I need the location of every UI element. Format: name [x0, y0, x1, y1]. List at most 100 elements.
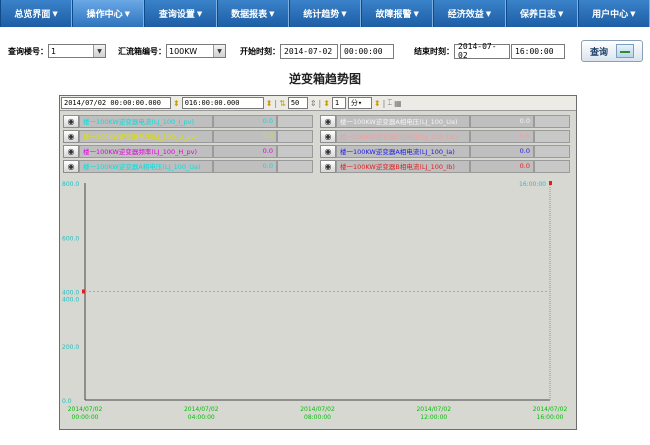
legend-item: ◉ 楼一100KW逆变器C相电压(LJ_100_Uc) 0.0	[320, 129, 570, 143]
nav-item[interactable]: 统计趋势 ▼	[288, 0, 362, 27]
query-button[interactable]: 查询	[581, 40, 643, 62]
eye-icon[interactable]: ◉	[320, 114, 336, 128]
y-tick-label: 600.0	[62, 235, 79, 242]
x-tick-time: 04:00:00	[188, 414, 215, 421]
spin-icon[interactable]: ⇕	[310, 99, 317, 108]
x-tick-date: 2014/07/02	[300, 406, 335, 413]
start-date-input[interactable]: 2014-07-02	[280, 43, 338, 59]
interval-icon[interactable]: ⬍	[323, 99, 330, 108]
nav-item-label: 经济效益	[447, 10, 484, 20]
eye-icon[interactable]: ◉	[63, 129, 79, 143]
eye-icon[interactable]: ◉	[320, 144, 336, 158]
chevron-down-icon: ▼	[196, 9, 203, 18]
legend-series-value: 0.0	[470, 144, 534, 158]
end-date-input[interactable]: 2014-07-02	[454, 42, 510, 60]
legend-item: ◉ 楼一100KW逆变器B相电流(LJ_100_Ib) 0.0	[320, 159, 570, 173]
chevron-down-icon: ▼	[124, 9, 131, 18]
nav-item[interactable]: 经济效益 ▼	[433, 0, 506, 27]
eye-icon[interactable]: ◉	[320, 129, 336, 143]
chart-toolbar: 2014/07/02 00:00:00.000 ⬍ 016:00:00.000 …	[60, 96, 576, 111]
trend-panel: 2014/07/02 00:00:00.000 ⬍ 016:00:00.000 …	[59, 95, 577, 430]
chevron-down-icon: ▼	[341, 9, 347, 18]
nav-item[interactable]: 保养日志 ▼	[505, 0, 578, 27]
nav-item[interactable]: 故障报警 ▼	[361, 0, 434, 27]
box-label: 汇流箱编号：	[118, 46, 166, 56]
nav-item-label: 保养日志	[519, 10, 556, 20]
cursor-time-label: 16:00:00	[519, 181, 546, 188]
separator-icon: |	[318, 98, 322, 108]
nav-item[interactable]: 总览界面 ▼	[0, 0, 73, 27]
chevron-down-icon: ▼	[485, 9, 492, 18]
box-value: 100KW	[169, 46, 198, 56]
pin-icon[interactable]: ⬍	[266, 99, 273, 108]
x-tick-date: 2014/07/02	[533, 406, 568, 413]
x-tick-date: 2014/07/02	[68, 406, 103, 413]
range-start-input[interactable]: 2014/07/02 00:00:00.000	[61, 97, 171, 109]
range-end-input[interactable]: 016:00:00.000	[181, 97, 264, 109]
refresh-icon[interactable]: ⬍	[374, 99, 381, 108]
y-tick-label: 200.0	[62, 344, 79, 351]
eye-icon[interactable]: ◉	[63, 159, 79, 173]
legend-spacer	[534, 114, 570, 128]
legend-series-value: 0.0	[213, 129, 277, 143]
start-time-input[interactable]: 00:00:00	[340, 43, 394, 59]
legend-item: ◉ 楼一100KW逆变器电压(LJ_100_U_pv) 0.0	[63, 129, 313, 143]
box-select[interactable]: 100KW ▼	[166, 44, 226, 58]
nav-item-label: 总览界面	[14, 10, 51, 20]
legend-series-value: 0.0	[213, 114, 277, 128]
separator-icon: |	[274, 98, 278, 108]
page-title: 逆变箱趋势图	[288, 72, 361, 86]
legend-series-value: 0.0	[470, 159, 534, 173]
legend-series-name: 楼一100KW逆变器频率(LJ_100_H_pv)	[79, 144, 213, 158]
floor-value: 1	[51, 46, 57, 56]
legend-spacer	[277, 144, 313, 158]
x-tick-date: 2014/07/02	[416, 406, 451, 413]
legend-spacer	[534, 159, 570, 173]
cursor-value-label: 400.0	[62, 297, 79, 304]
nav-item[interactable]: 用户中心 ▼	[577, 0, 650, 27]
end-time-input[interactable]: 16:00:00	[511, 43, 565, 59]
legend-spacer	[277, 159, 313, 173]
legend-item: ◉ 楼一100KW逆变器电流(LJ_100_I_pv) 0.0	[63, 114, 313, 128]
x-tick-time: 00:00:00	[72, 414, 99, 421]
legend-series-name: 楼一100KW逆变器电流(LJ_100_I_pv)	[79, 114, 213, 128]
step-icon[interactable]: ⇅	[279, 99, 286, 108]
top-nav: 总览界面 ▼ 操作中心 ▼ 查询设置 ▼ 数据报表 ▼ 统计趋势 ▼ 故障报警 ▼ 经济效益 ▼ 保养日志 ▼…	[0, 0, 650, 27]
unit-select[interactable]: 分 ▾	[347, 97, 372, 109]
chevron-down-icon: ▼	[269, 9, 275, 18]
legend-spacer	[534, 144, 570, 158]
legend-series-name: 楼一100KW逆变器A相电流(LJ_100_Ia)	[336, 144, 470, 158]
legend-series-name: 楼一100KW逆变器B相电流(LJ_100_Ib)	[336, 159, 470, 173]
chevron-down-icon: ▼	[630, 9, 636, 18]
x-tick-time: 12:00:00	[420, 414, 447, 421]
trend-chart: 800.0600.0400.0200.00.02014/07/0200:00:0…	[62, 181, 568, 421]
eye-icon[interactable]: ◉	[63, 114, 79, 128]
eye-icon[interactable]: ◉	[63, 144, 79, 158]
chevron-down-icon[interactable]: ▼	[93, 45, 105, 57]
legend-series-name: 楼一100KW逆变器A相电压(LJ_100_Ua)	[79, 159, 213, 173]
end-label: 结束时刻：	[414, 46, 454, 56]
interval-input[interactable]: 1	[331, 97, 346, 109]
nav-item[interactable]: 操作中心 ▼	[72, 0, 145, 27]
legend-series-value: 0.0	[213, 144, 277, 158]
legend-series-value: 0.0	[213, 159, 277, 173]
nav-item[interactable]: 查询设置 ▼	[144, 0, 217, 27]
left-cursor-marker	[82, 289, 85, 294]
eye-icon[interactable]: ◉	[320, 159, 336, 173]
chevron-down-icon: ▼	[557, 9, 564, 18]
step-input[interactable]: 50	[287, 97, 308, 109]
floor-select[interactable]: 1 ▼	[48, 44, 106, 58]
legend-series-name: 楼一100KW逆变器A相电压(LJ_100_Ua)	[336, 114, 470, 128]
floor-label: 查询楼号：	[8, 46, 48, 56]
cursor-icon[interactable]: ⌶	[387, 98, 392, 108]
x-tick-time: 08:00:00	[304, 414, 331, 421]
unit-value: 分	[350, 99, 358, 107]
nav-item-label: 查询设置	[158, 10, 195, 20]
grid-icon[interactable]: ▦	[394, 99, 402, 108]
y-tick-label: 400.0	[62, 290, 79, 297]
chevron-down-icon[interactable]: ▼	[213, 45, 225, 57]
nav-item[interactable]: 数据报表 ▼	[216, 0, 289, 27]
legend-item: ◉ 楼一100KW逆变器频率(LJ_100_H_pv) 0.0	[63, 144, 313, 158]
pin-icon[interactable]: ⬍	[173, 99, 180, 108]
start-label: 开始时刻：	[240, 46, 280, 56]
